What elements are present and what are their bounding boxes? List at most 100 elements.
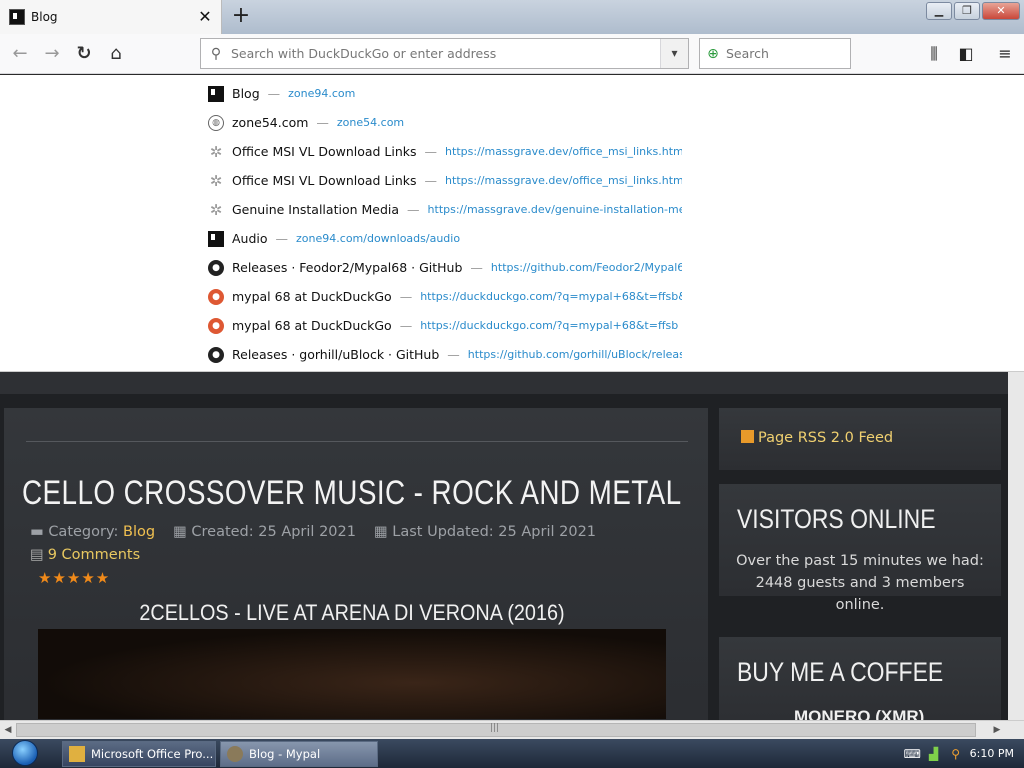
folder-icon: ▬ bbox=[30, 524, 49, 540]
globe-icon: ◍ bbox=[208, 114, 224, 131]
taskbar-item-office[interactable]: Microsoft Office Pro... bbox=[62, 741, 216, 767]
reload-button[interactable]: ↻ bbox=[70, 40, 98, 68]
rss-link[interactable]: Page RSS 2.0 Feed bbox=[741, 430, 893, 446]
sidebar-icon[interactable]: ◧ bbox=[953, 40, 979, 68]
search-icon: ⚲ bbox=[210, 45, 222, 62]
calendar-icon: ▦ bbox=[173, 524, 192, 540]
suggestion-item[interactable]: ● mypal 68 at DuckDuckGo — https://duckduck… bbox=[208, 282, 682, 311]
vertical-scrollbar[interactable] bbox=[1008, 372, 1024, 720]
address-input[interactable] bbox=[231, 46, 660, 61]
address-bar[interactable]: ⚲ ▾ bbox=[200, 38, 689, 69]
suggestion-url: https://massgrave.dev/office_msi_links.h… bbox=[445, 174, 682, 187]
suggestion-title: Audio bbox=[232, 231, 268, 246]
url-suggestion-dropdown: Blog — zone94.com ◍ zone54.com — zone54.com ✲ Of… bbox=[0, 75, 1024, 372]
updated-date: ▦ Last Updated: 25 April 2021 bbox=[374, 524, 596, 540]
clock[interactable]: 6:10 PM bbox=[970, 747, 1014, 760]
comments-link[interactable]: ▤ 9 Comments bbox=[30, 547, 140, 563]
zone94-favicon bbox=[208, 85, 224, 102]
github-icon: ● bbox=[208, 346, 224, 363]
suggestion-item[interactable]: Blog — zone94.com bbox=[208, 79, 682, 108]
zone94-favicon bbox=[9, 9, 25, 25]
rss-panel: Page RSS 2.0 Feed bbox=[719, 408, 1001, 470]
back-button[interactable]: ← bbox=[6, 40, 34, 68]
separator-dash: — bbox=[470, 260, 483, 275]
separator-dash: — bbox=[399, 318, 413, 333]
coffee-heading: BUY ME A COFFEE bbox=[737, 657, 944, 687]
video-title: 2CELLOS - LIVE AT ARENA DI VERONA (2016) bbox=[139, 600, 565, 625]
visitors-heading: VISITORS ONLINE bbox=[737, 504, 936, 534]
duckduckgo-icon: ● bbox=[208, 288, 224, 305]
suggestion-item[interactable]: ✲ Genuine Installation Media — https://mass… bbox=[208, 195, 682, 224]
separator-dash: — bbox=[275, 231, 289, 246]
tab-bar: Blog ✕ + ▁ ❐ ✕ bbox=[0, 0, 1024, 34]
nav-bar: ← → ↻ ⌂ ⚲ ▾ ⊕ ⫼ ◧ ≡ bbox=[0, 34, 1024, 74]
mypal-icon bbox=[227, 746, 243, 762]
suggestion-title: Blog bbox=[232, 86, 260, 101]
menu-icon[interactable]: ≡ bbox=[992, 40, 1018, 68]
minimize-button[interactable]: ▁ bbox=[926, 2, 952, 20]
search-bar[interactable]: ⊕ bbox=[699, 38, 851, 69]
visitors-text: Over the past 15 minutes we had: 2448 gu… bbox=[736, 553, 984, 613]
suggestion-title: Releases · Feodor2/Mypal68 · GitHub bbox=[232, 260, 463, 275]
rating-stars[interactable]: ★★★★★ bbox=[38, 569, 110, 587]
restore-button[interactable]: ❐ bbox=[954, 2, 980, 20]
suggestion-item[interactable]: ✲ Office MSI VL Download Links — https://ma… bbox=[208, 166, 682, 195]
gear-icon: ✲ bbox=[209, 171, 223, 190]
taskbar-item-label: Microsoft Office Pro... bbox=[91, 747, 214, 761]
network-icon[interactable]: ▟ bbox=[926, 747, 942, 761]
suggestion-url: https://github.com/Feodor2/Mypal68/re bbox=[490, 261, 682, 274]
separator-dash: — bbox=[316, 115, 329, 130]
suggestion-item[interactable]: ● Releases · Feodor2/Mypal68 · GitHub — htt… bbox=[208, 253, 682, 282]
scroll-right-arrow[interactable]: ▶ bbox=[990, 723, 1004, 737]
category-link[interactable]: Blog bbox=[123, 524, 155, 540]
created-date: ▦ Created: 25 April 2021 bbox=[173, 524, 356, 540]
scroll-left-arrow[interactable]: ◀ bbox=[1, 723, 15, 737]
suggestion-url: https://github.com/gorhill/uBlock/releas… bbox=[467, 348, 682, 361]
updated-text: Last Updated: 25 April 2021 bbox=[392, 524, 597, 540]
new-tab-button[interactable]: + bbox=[228, 4, 254, 30]
suggestion-title: mypal 68 at DuckDuckGo bbox=[232, 318, 392, 333]
suggestion-item[interactable]: ✲ Office MSI VL Download Links — https://ma… bbox=[208, 137, 682, 166]
suggestion-title: Office MSI VL Download Links bbox=[232, 173, 417, 188]
scroll-grip-icon: ||| bbox=[490, 723, 500, 733]
taskbar: Microsoft Office Pro... Blog - Mypal ⌨ ▟… bbox=[0, 739, 1024, 768]
search-engine-icon[interactable]: ⊕ bbox=[700, 46, 726, 62]
taskbar-item-label: Blog - Mypal bbox=[249, 747, 321, 761]
search-tray-icon[interactable]: ⚲ bbox=[948, 747, 964, 761]
keyboard-icon[interactable]: ⌨ bbox=[904, 747, 921, 761]
gear-icon: ✲ bbox=[209, 142, 223, 161]
duckduckgo-icon: ● bbox=[208, 317, 224, 334]
video-player[interactable] bbox=[38, 629, 666, 719]
library-icon[interactable]: ⫼ bbox=[921, 40, 947, 68]
comments-text: 9 Comments bbox=[47, 547, 141, 563]
office-installer-icon bbox=[69, 746, 85, 762]
chevron-down-icon[interactable]: ▾ bbox=[660, 39, 688, 68]
suggestion-url: https://duckduckgo.com/?q=mypal+68&t=ffs… bbox=[420, 319, 679, 332]
system-tray: ⌨ ▟ ⚲ 6:10 PM bbox=[904, 739, 1024, 768]
horizontal-scrollbar[interactable]: ◀ ||| ▶ bbox=[0, 720, 1024, 739]
suggestion-url: https://massgrave.dev/office_msi_links.h… bbox=[445, 145, 682, 158]
suggestion-item[interactable]: Audio — zone94.com/downloads/audio bbox=[208, 224, 682, 253]
search-input[interactable] bbox=[726, 46, 836, 61]
suggestion-item[interactable]: ◍ zone54.com — zone54.com bbox=[208, 108, 682, 137]
suggestion-url: https://duckduckgo.com/?q=mypal+68&t=ffs… bbox=[420, 290, 682, 303]
suggestion-title: Genuine Installation Media bbox=[232, 202, 400, 217]
category: ▬ Category: Blog bbox=[30, 524, 155, 540]
screen: Blog ✕ + ▁ ❐ ✕ ← → ↻ ⌂ ⚲ ▾ ⊕ ⫼ ◧ ≡ Blog —… bbox=[0, 0, 1024, 768]
divider bbox=[26, 441, 688, 442]
separator-dash: — bbox=[424, 173, 438, 188]
suggestion-title: zone54.com bbox=[232, 115, 309, 130]
taskbar-item-mypal[interactable]: Blog - Mypal bbox=[220, 741, 378, 767]
tab-blog[interactable]: Blog ✕ bbox=[0, 0, 222, 34]
zone94-favicon bbox=[208, 230, 224, 247]
suggestion-url: zone94.com bbox=[288, 87, 356, 100]
start-button[interactable] bbox=[6, 739, 44, 768]
home-button[interactable]: ⌂ bbox=[102, 40, 130, 68]
tab-close-icon[interactable]: ✕ bbox=[195, 7, 215, 27]
forward-button[interactable]: → bbox=[38, 40, 66, 68]
suggestion-item[interactable]: ● Releases · gorhill/uBlock · GitHub — http… bbox=[208, 340, 682, 369]
calendar-icon: ▦ bbox=[373, 524, 393, 540]
suggestion-item[interactable]: ● mypal 68 at DuckDuckGo — https://duckduck… bbox=[208, 311, 682, 340]
close-window-button[interactable]: ✕ bbox=[982, 2, 1020, 20]
separator-dash: — bbox=[424, 144, 438, 159]
